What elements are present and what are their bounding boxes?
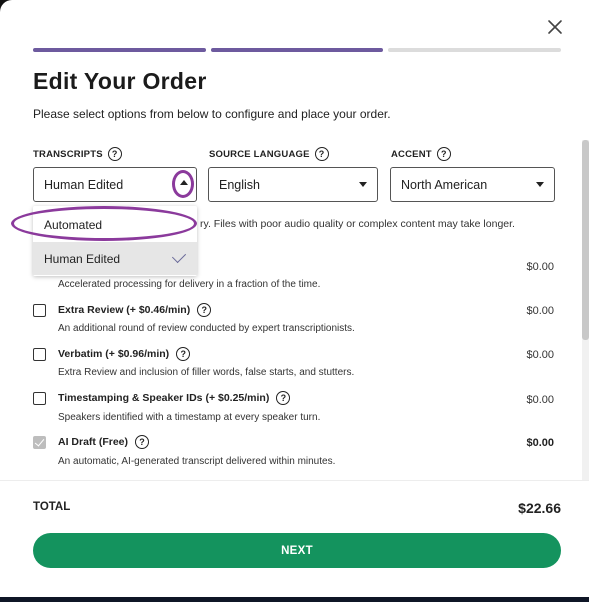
accent-label-text: ACCENT: [391, 148, 432, 160]
chevron-up-icon[interactable]: [180, 180, 188, 185]
chevron-down-icon: [536, 182, 544, 187]
option-description: Extra Review and inclusion of filler wor…: [58, 367, 355, 378]
option-extra-review: Extra Review (+ $0.46/min) ?: [33, 303, 212, 317]
scrollbar-thumb[interactable]: [582, 140, 589, 340]
transcripts-select-value: Human Edited: [44, 177, 124, 192]
source-language-label: SOURCE LANGUAGE ?: [209, 147, 329, 161]
option-price: $0.00: [526, 261, 554, 273]
option-label: Timestamping & Speaker IDs (+ $0.25/min): [58, 392, 270, 404]
dropdown-option-label: Human Edited: [44, 251, 121, 266]
total-value: $22.66: [518, 500, 561, 516]
check-icon: [171, 248, 187, 264]
help-icon[interactable]: ?: [107, 147, 122, 161]
ai-draft-checkbox[interactable]: [33, 435, 46, 449]
option-timestamping: Timestamping & Speaker IDs (+ $0.25/min)…: [33, 391, 291, 405]
accent-select[interactable]: North American: [390, 167, 555, 202]
option-price: $0.00: [526, 305, 554, 317]
page-subtitle: Please select options from below to conf…: [33, 107, 391, 121]
help-icon[interactable]: ?: [276, 391, 291, 405]
option-price: $0.00: [526, 437, 554, 449]
edit-order-modal: Edit Your Order Please select options fr…: [0, 0, 589, 597]
transcripts-label-text: TRANSCRIPTS: [33, 148, 103, 160]
option-description: Speakers identified with a timestamp at …: [58, 412, 321, 423]
verbatim-checkbox[interactable]: [33, 347, 46, 361]
source-language-label-text: SOURCE LANGUAGE: [209, 148, 310, 160]
help-icon[interactable]: ?: [197, 303, 212, 317]
option-description: An additional round of review conducted …: [58, 323, 355, 334]
transcripts-dropdown-menu: Automated Human Edited: [33, 206, 197, 276]
next-button[interactable]: NEXT: [33, 533, 561, 568]
turnaround-note: ry. Files with poor audio quality or com…: [200, 218, 515, 230]
option-label: Extra Review (+ $0.46/min): [58, 304, 191, 316]
close-button[interactable]: [543, 15, 567, 39]
option-label: Verbatim (+ $0.96/min): [58, 348, 170, 360]
source-language-select-value: English: [219, 177, 260, 192]
progress-step-1: [33, 48, 206, 52]
footer-divider: [0, 480, 589, 481]
dropdown-option-human-edited[interactable]: Human Edited: [33, 242, 197, 275]
help-icon[interactable]: ?: [135, 435, 150, 449]
total-label: TOTAL: [33, 501, 71, 513]
step-progress: [33, 48, 562, 52]
option-description: Accelerated processing for delivery in a…: [58, 279, 321, 290]
progress-step-2: [210, 48, 384, 52]
option-price: $0.00: [526, 349, 554, 361]
chevron-down-icon: [359, 182, 367, 187]
page-title: Edit Your Order: [33, 68, 207, 94]
progress-step-3: [388, 48, 562, 52]
close-icon: [548, 20, 562, 34]
dropdown-option-label: Automated: [44, 217, 103, 232]
accent-label: ACCENT ?: [391, 147, 451, 161]
option-label: AI Draft (Free): [58, 436, 129, 448]
dropdown-option-automated[interactable]: Automated: [33, 208, 197, 241]
help-icon[interactable]: ?: [436, 147, 451, 161]
option-price: $0.00: [526, 394, 554, 406]
extra-review-checkbox[interactable]: [33, 303, 46, 317]
option-verbatim: Verbatim (+ $0.96/min) ?: [33, 347, 191, 361]
accent-select-value: North American: [401, 177, 488, 192]
help-icon[interactable]: ?: [176, 347, 191, 361]
help-icon[interactable]: ?: [314, 147, 329, 161]
source-language-select[interactable]: English: [208, 167, 378, 202]
transcripts-label: TRANSCRIPTS ?: [33, 147, 122, 161]
option-ai-draft: AI Draft (Free) ?: [33, 435, 150, 449]
timestamping-checkbox[interactable]: [33, 391, 46, 405]
option-description: An automatic, AI-generated transcript de…: [58, 456, 336, 467]
